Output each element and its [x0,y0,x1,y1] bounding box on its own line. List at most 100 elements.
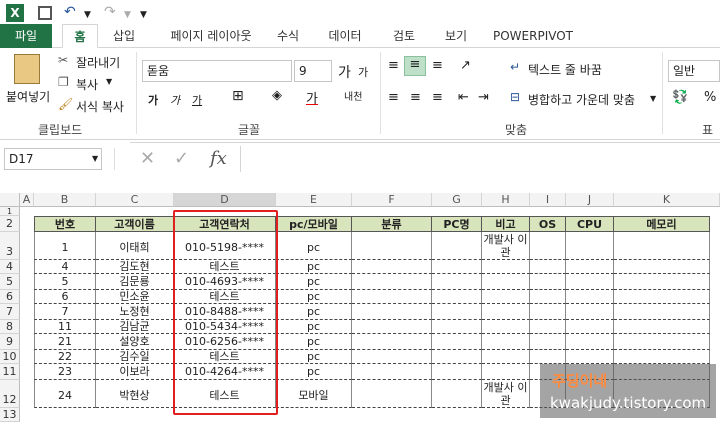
underline-button[interactable]: 가 [192,92,202,108]
row-header[interactable]: 10 [0,350,20,364]
cell-note[interactable] [482,304,530,320]
cell-memory[interactable] [614,290,710,304]
cell-category[interactable] [352,350,432,364]
align-top-icon[interactable]: ≡ [388,58,399,73]
tab-data[interactable]: 데이터 [322,24,368,48]
cut-button[interactable]: 잘라내기 [76,54,120,71]
redo-icon[interactable]: ↷ [104,3,116,21]
row-header[interactable]: 5 [0,274,20,290]
cell-cpu[interactable] [566,320,614,334]
column-header-j[interactable]: J [566,193,614,207]
cell-device[interactable]: 모바일 [276,380,352,408]
cell-os[interactable] [530,334,566,350]
cell-category[interactable] [352,260,432,274]
cell-no[interactable]: 5 [34,274,96,290]
cell-note[interactable]: 개발사 이관 [482,380,530,408]
merge-center-button[interactable]: 병합하고 가운데 맞춤 [528,91,635,108]
cell-pc-name[interactable] [432,380,482,408]
cell-os[interactable] [530,320,566,334]
cell-no[interactable]: 7 [34,304,96,320]
cell-memory[interactable] [614,334,710,350]
align-bottom-icon[interactable]: ≡ [432,58,443,73]
cell-category[interactable] [352,334,432,350]
cell-note[interactable]: 개발사 이관 [482,232,530,260]
cell-os[interactable] [530,232,566,260]
excel-icon[interactable]: X [6,4,24,22]
phonetic-button[interactable]: 내천 [344,88,362,103]
orientation-icon[interactable]: ↗ [460,58,471,73]
bold-button[interactable]: 가 [148,92,158,108]
chevron-down-icon[interactable]: ▼ [124,6,131,24]
cell-device[interactable]: pc [276,274,352,290]
cell-no[interactable]: 11 [34,320,96,334]
currency-icon[interactable]: 💱 [672,90,688,105]
row-header[interactable]: 4 [0,260,20,274]
cell-category[interactable] [352,304,432,320]
scissors-icon[interactable]: ✂ [58,53,68,67]
tab-page-layout[interactable]: 페이지 레이아웃 [156,24,266,48]
cell-memory[interactable] [614,304,710,320]
name-box[interactable]: D17 [4,148,102,170]
cell-cpu[interactable] [566,290,614,304]
align-right-icon[interactable]: ≡ [432,90,443,105]
customize-qat-icon[interactable]: ▼ [140,6,147,24]
undo-icon[interactable]: ↶ [64,3,76,21]
paste-icon[interactable] [14,54,40,84]
font-color-button[interactable]: 가 [306,88,318,107]
cell-no[interactable]: 23 [34,364,96,380]
italic-button[interactable]: 가 [170,92,180,108]
column-header-h[interactable]: H [482,193,530,207]
cell-memory[interactable] [614,232,710,260]
column-header-f[interactable]: F [352,193,432,207]
column-header-k[interactable]: K [614,193,720,207]
borders-icon[interactable]: ⊞ [232,88,244,104]
cell-device[interactable]: pc [276,232,352,260]
tab-review[interactable]: 검토 [384,24,424,48]
enter-icon[interactable]: ✓ [174,148,189,169]
cell-note[interactable] [482,334,530,350]
cell-name[interactable]: 노정현 [96,304,174,320]
cell-pc-name[interactable] [432,364,482,380]
cell-note[interactable] [482,350,530,364]
row-header[interactable]: 8 [0,320,20,334]
column-header-a[interactable]: A [20,193,34,207]
tab-powerpivot[interactable]: POWERPIVOT [488,24,578,48]
cell-category[interactable] [352,364,432,380]
cell-device[interactable]: pc [276,350,352,364]
column-header-g[interactable]: G [432,193,482,207]
cell-device[interactable]: pc [276,290,352,304]
cell-memory[interactable] [614,274,710,290]
chevron-down-icon[interactable]: ▼ [650,94,656,103]
percent-icon[interactable]: % [704,90,716,105]
cell-no[interactable]: 1 [34,232,96,260]
row-header[interactable]: 1 [0,207,20,216]
cell-os[interactable] [530,304,566,320]
cell-no[interactable]: 6 [34,290,96,304]
cell-cpu[interactable] [566,304,614,320]
row-header[interactable]: 12 [0,380,20,408]
cell-pc-name[interactable] [432,232,482,260]
chevron-down-icon[interactable]: ▼ [92,154,98,163]
fill-color-icon[interactable]: ◈ [272,88,282,103]
font-size-dropdown[interactable]: 9 [294,60,332,82]
cell-memory[interactable] [614,260,710,274]
cell-name[interactable]: 민소윤 [96,290,174,304]
cell-pc-name[interactable] [432,320,482,334]
cell-note[interactable] [482,290,530,304]
format-painter-button[interactable]: 서식 복사 [76,98,124,115]
tab-formulas[interactable]: 수식 [270,24,306,48]
copy-button[interactable]: 복사 [76,76,98,93]
cell-device[interactable]: pc [276,320,352,334]
column-header-i[interactable]: I [530,193,566,207]
header-cell-cpu[interactable]: CPU [566,216,614,232]
header-cell-os[interactable]: OS [530,216,566,232]
chevron-down-icon[interactable]: ▼ [84,6,91,24]
cell-os[interactable] [530,274,566,290]
column-header-d[interactable]: D [174,193,276,207]
align-left-icon[interactable]: ≡ [388,90,399,105]
cell-cpu[interactable] [566,232,614,260]
indent-decrease-icon[interactable]: ⇤ [458,90,469,105]
tab-view[interactable]: 보기 [436,24,476,48]
row-header[interactable]: 7 [0,304,20,320]
cell-no[interactable]: 21 [34,334,96,350]
